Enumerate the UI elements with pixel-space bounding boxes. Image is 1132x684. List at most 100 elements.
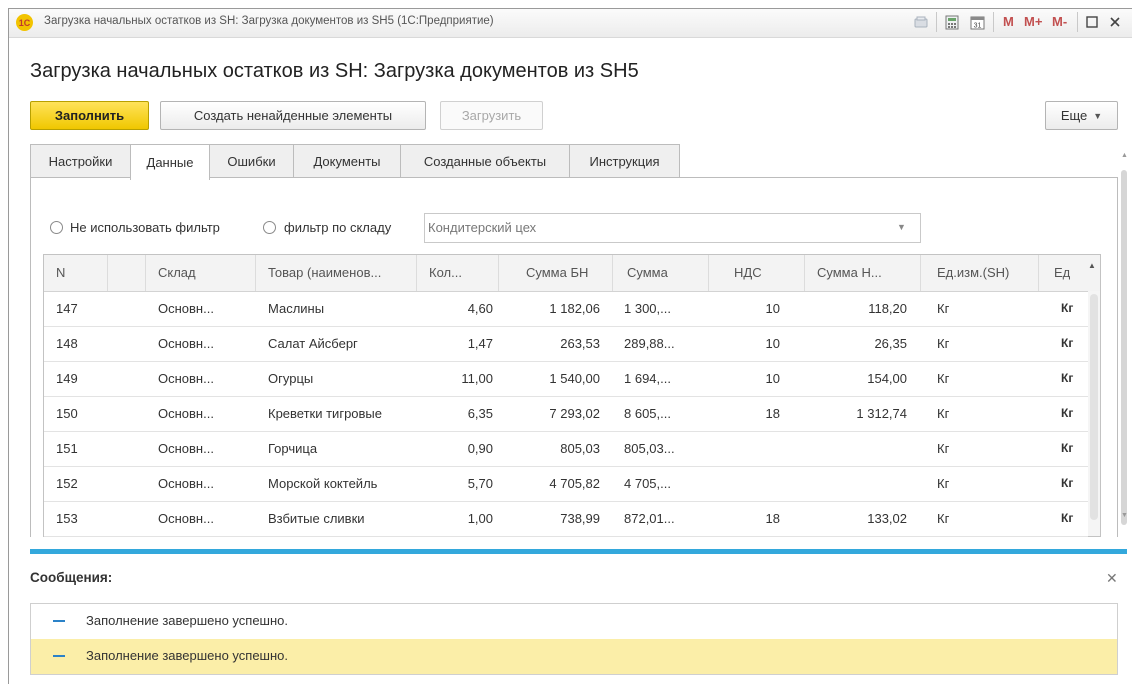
calculator-icon[interactable] <box>943 13 961 31</box>
cell-qty[interactable]: 1,47 <box>417 326 493 361</box>
table-row[interactable]: 149 Основн... Огурцы 11,00 1 540,00 1 694,...… <box>44 361 1088 397</box>
cell-vat-sum[interactable]: 26,35 <box>805 326 907 361</box>
cell-sum[interactable]: 1 300,... <box>613 291 709 326</box>
cell-vat-sum[interactable]: 1 312,74 <box>805 396 907 431</box>
cell-blank[interactable] <box>108 291 146 326</box>
cell-unit-sh[interactable]: Кг <box>921 291 1039 326</box>
cell-unit[interactable]: Кг <box>1039 361 1087 396</box>
cell-product[interactable]: Маслины <box>256 291 417 326</box>
cell-unit[interactable]: Кг <box>1039 396 1087 431</box>
cell-qty[interactable]: 1,00 <box>417 501 493 536</box>
cell-qty[interactable]: 5,70 <box>417 466 493 501</box>
cell-sum[interactable]: 805,03... <box>613 431 709 466</box>
calendar-icon[interactable]: 31 <box>968 13 986 31</box>
cell-sum[interactable]: 8 605,... <box>613 396 709 431</box>
tab-documents[interactable]: Документы <box>293 144 401 178</box>
column-header-n[interactable]: N <box>44 255 108 291</box>
cell-n[interactable]: 153 <box>44 501 108 536</box>
page-scrollbar-thumb[interactable] <box>1121 170 1127 525</box>
column-header-sum-no-vat[interactable]: Сумма БН <box>499 255 613 291</box>
cell-n[interactable]: 152 <box>44 466 108 501</box>
cell-vat[interactable]: 18 <box>709 501 780 536</box>
table-row[interactable]: 150 Основн... Креветки тигровые 6,35 7 293,0… <box>44 396 1088 432</box>
tab-data[interactable]: Данные <box>130 144 210 180</box>
cell-vat[interactable]: 10 <box>709 361 780 396</box>
link-icon[interactable] <box>912 13 930 31</box>
cell-unit[interactable]: Кг <box>1039 326 1087 361</box>
cell-qty[interactable]: 6,35 <box>417 396 493 431</box>
cell-n[interactable]: 147 <box>44 291 108 326</box>
cell-blank[interactable] <box>108 431 146 466</box>
cell-sum[interactable]: 872,01... <box>613 501 709 536</box>
cell-warehouse[interactable]: Основн... <box>146 326 256 361</box>
column-header-product[interactable]: Товар (наименов... <box>256 255 417 291</box>
column-header-warehouse[interactable]: Склад <box>146 255 256 291</box>
cell-sum-no-vat[interactable]: 263,53 <box>499 326 600 361</box>
cell-vat[interactable]: 18 <box>709 396 780 431</box>
create-missing-button[interactable]: Создать ненайденные элементы <box>160 101 426 130</box>
tab-created-objects[interactable]: Созданные объекты <box>400 144 570 178</box>
tab-settings[interactable]: Настройки <box>30 144 131 178</box>
cell-unit[interactable]: Кг <box>1039 466 1087 501</box>
column-header-unit-sh[interactable]: Ед.изм.(SH) <box>921 255 1039 291</box>
scroll-up-icon[interactable]: ▲ <box>1088 261 1096 270</box>
cell-vat[interactable] <box>709 431 780 466</box>
table-row[interactable]: 151 Основн... Горчица 0,90 805,03 805,03... Кг… <box>44 431 1088 467</box>
cell-product[interactable]: Креветки тигровые <box>256 396 417 431</box>
cell-vat-sum[interactable]: 133,02 <box>805 501 907 536</box>
cell-qty[interactable]: 0,90 <box>417 431 493 466</box>
cell-n[interactable]: 149 <box>44 361 108 396</box>
cell-n[interactable]: 148 <box>44 326 108 361</box>
memory-m-button[interactable]: M <box>1003 14 1014 29</box>
cell-unit-sh[interactable]: Кг <box>921 326 1039 361</box>
cell-qty[interactable]: 11,00 <box>417 361 493 396</box>
cell-warehouse[interactable]: Основн... <box>146 396 256 431</box>
cell-warehouse[interactable]: Основн... <box>146 501 256 536</box>
maximize-icon[interactable] <box>1083 13 1101 31</box>
cell-vat-sum[interactable]: 154,00 <box>805 361 907 396</box>
more-button[interactable]: Еще ▼ <box>1045 101 1118 130</box>
cell-sum-no-vat[interactable]: 738,99 <box>499 501 600 536</box>
memory-plus-button[interactable]: M+ <box>1024 14 1042 29</box>
warehouse-filter-radio[interactable] <box>263 221 276 234</box>
column-header-blank[interactable] <box>108 255 146 291</box>
cell-vat[interactable]: 10 <box>709 326 780 361</box>
cell-sum-no-vat[interactable]: 805,03 <box>499 431 600 466</box>
cell-n[interactable]: 150 <box>44 396 108 431</box>
close-messages-icon[interactable]: ✕ <box>1106 570 1118 587</box>
table-row[interactable]: 153 Основн... Взбитые сливки 1,00 738,99 872,… <box>44 501 1088 537</box>
load-button[interactable]: Загрузить <box>440 101 543 130</box>
page-scroll-down-icon[interactable]: ▼ <box>1121 512 1128 519</box>
cell-vat-sum[interactable]: 118,20 <box>805 291 907 326</box>
cell-product[interactable]: Огурцы <box>256 361 417 396</box>
page-scroll-up-icon[interactable]: ▲ <box>1121 152 1128 159</box>
cell-blank[interactable] <box>108 361 146 396</box>
cell-unit-sh[interactable]: Кг <box>921 431 1039 466</box>
table-row[interactable]: 148 Основн... Салат Айсберг 1,47 263,53 289,8… <box>44 326 1088 362</box>
tab-errors[interactable]: Ошибки <box>209 144 294 178</box>
cell-warehouse[interactable]: Основн... <box>146 361 256 396</box>
column-header-qty[interactable]: Кол... <box>417 255 499 291</box>
column-header-unit[interactable]: Ед <box>1039 255 1087 291</box>
cell-vat-sum[interactable] <box>805 431 907 466</box>
message-item[interactable]: Заполнение завершено успешно. <box>31 604 1117 640</box>
tab-instructions[interactable]: Инструкция <box>569 144 680 178</box>
cell-warehouse[interactable]: Основн... <box>146 466 256 501</box>
cell-blank[interactable] <box>108 326 146 361</box>
cell-warehouse[interactable]: Основн... <box>146 431 256 466</box>
fill-button[interactable]: Заполнить <box>30 101 149 130</box>
message-item-selected[interactable]: Заполнение завершено успешно. <box>31 639 1117 674</box>
table-row[interactable]: 147 Основн... Маслины 4,60 1 182,06 1 300,...… <box>44 291 1088 327</box>
cell-unit-sh[interactable]: Кг <box>921 501 1039 536</box>
cell-sum-no-vat[interactable]: 1 182,06 <box>499 291 600 326</box>
cell-product[interactable]: Салат Айсберг <box>256 326 417 361</box>
cell-product[interactable]: Горчица <box>256 431 417 466</box>
cell-n[interactable]: 151 <box>44 431 108 466</box>
table-row[interactable]: 152 Основн... Морской коктейль 5,70 4 705,82… <box>44 466 1088 502</box>
cell-qty[interactable]: 4,60 <box>417 291 493 326</box>
cell-vat[interactable]: 10 <box>709 291 780 326</box>
no-filter-radio[interactable] <box>50 221 63 234</box>
cell-unit-sh[interactable]: Кг <box>921 396 1039 431</box>
table-scrollbar-thumb[interactable] <box>1090 294 1098 520</box>
column-header-vat-sum[interactable]: Сумма Н... <box>805 255 921 291</box>
